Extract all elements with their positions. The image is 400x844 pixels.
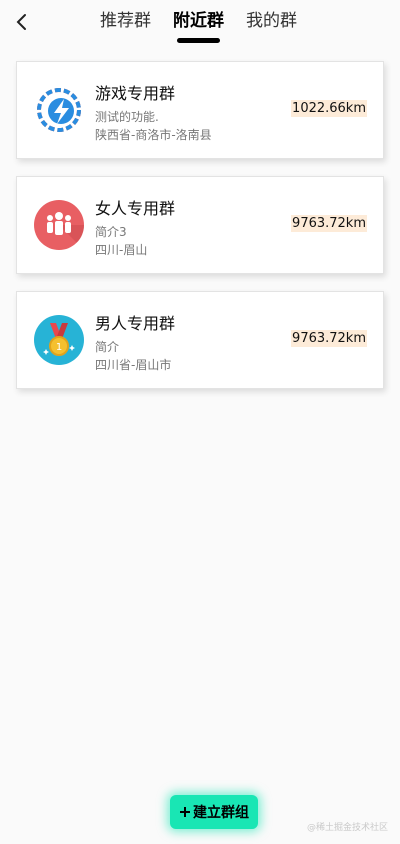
active-tab-indicator <box>177 38 220 43</box>
tab-my-groups[interactable]: 我的群 <box>246 6 297 46</box>
group-location: 陕西省-商洛市-洛南县 <box>95 128 212 142</box>
group-description: 简介3 <box>95 225 127 239</box>
plus-icon <box>180 807 190 817</box>
svg-text:1: 1 <box>56 342 62 353</box>
group-location: 四川省-眉山市 <box>95 358 172 372</box>
group-name: 女人专用群 <box>95 199 176 218</box>
medal-icon: 1 <box>34 315 84 365</box>
group-name: 游戏专用群 <box>95 84 176 103</box>
group-distance: 1022.66km <box>291 100 367 117</box>
tab-recommended[interactable]: 推荐群 <box>100 6 151 46</box>
group-description: 测试的功能. <box>95 110 159 124</box>
group-card[interactable]: 游戏专用群 测试的功能. 陕西省-商洛市-洛南县 1022.66km <box>16 61 384 159</box>
group-card[interactable]: 1 男人专用群 简介 四川省-眉山市 9763.72km <box>16 291 384 389</box>
lightning-logo-icon <box>34 85 84 135</box>
watermark: @稀土掘金技术社区 <box>306 823 388 833</box>
group-location: 四川-眉山 <box>95 243 148 257</box>
group-distance: 9763.72km <box>291 215 367 232</box>
group-distance: 9763.72km <box>291 330 367 347</box>
tab-bar: 推荐群 附近群 我的群 <box>100 6 297 46</box>
group-card[interactable]: 女人专用群 简介3 四川-眉山 9763.72km <box>16 176 384 274</box>
back-button[interactable] <box>10 10 34 34</box>
people-icon <box>34 200 84 250</box>
group-name: 男人专用群 <box>95 314 176 333</box>
chevron-left-icon <box>16 14 26 30</box>
group-description: 简介 <box>95 340 120 354</box>
top-bar: 推荐群 附近群 我的群 <box>0 0 400 46</box>
create-group-label: 建立群组 <box>193 805 249 821</box>
tab-nearby[interactable]: 附近群 <box>173 6 224 46</box>
create-group-button[interactable]: 建立群组 <box>170 795 258 829</box>
